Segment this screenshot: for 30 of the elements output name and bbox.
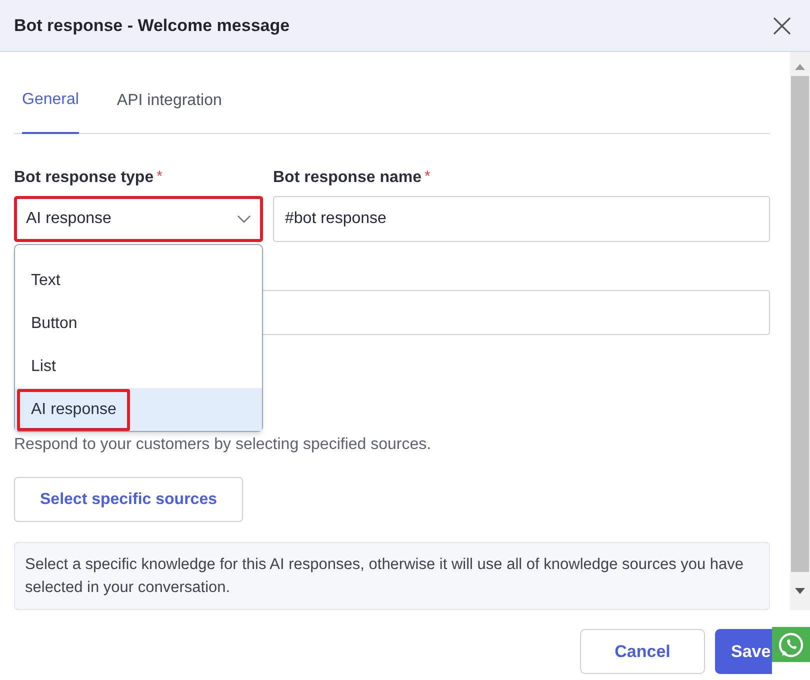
tab[interactable]: General — [22, 88, 79, 134]
close-button[interactable] — [772, 16, 792, 36]
tab[interactable]: API integration — [116, 88, 222, 133]
scrollbar-thumb[interactable] — [791, 76, 809, 572]
field-label: Bot response name — [273, 168, 422, 188]
required-mark: * — [156, 167, 162, 187]
dropdown-option[interactable]: Text — [15, 259, 262, 302]
cancel-button[interactable]: Cancel — [580, 629, 705, 674]
input-field[interactable]: #bot response — [273, 196, 770, 242]
info-note: Select a specific knowledge for this AI responses, otherwise it will use all of knowledge sources you have selected in your conversation. — [14, 542, 770, 610]
scrollbar[interactable] — [790, 52, 810, 610]
option-label: AI response — [17, 388, 130, 430]
dropdown-option[interactable]: AI response — [15, 388, 262, 431]
option-label: List — [30, 356, 57, 376]
close-icon — [773, 16, 791, 34]
option-label: Button — [30, 314, 78, 334]
description-text: Respond to your customers by selecting specified sources. — [14, 435, 432, 455]
save-button[interactable]: Save — [715, 629, 772, 674]
option-label: Text — [30, 270, 62, 290]
required-mark: * — [424, 167, 430, 187]
dialog-title: Bot response - Welcome message — [14, 14, 290, 37]
dropdown-option[interactable]: List — [15, 345, 262, 388]
select-field[interactable]: AI response — [14, 196, 263, 242]
chevron-down-icon — [237, 215, 251, 223]
select-sources-button[interactable]: Select specific sources — [14, 477, 243, 522]
field-label: Bot response type — [14, 168, 154, 188]
dropdown-option[interactable]: Button — [15, 302, 262, 345]
scroll-up-icon — [795, 64, 805, 70]
scroll-down-icon — [795, 588, 805, 594]
whatsapp-icon[interactable] — [772, 627, 810, 662]
